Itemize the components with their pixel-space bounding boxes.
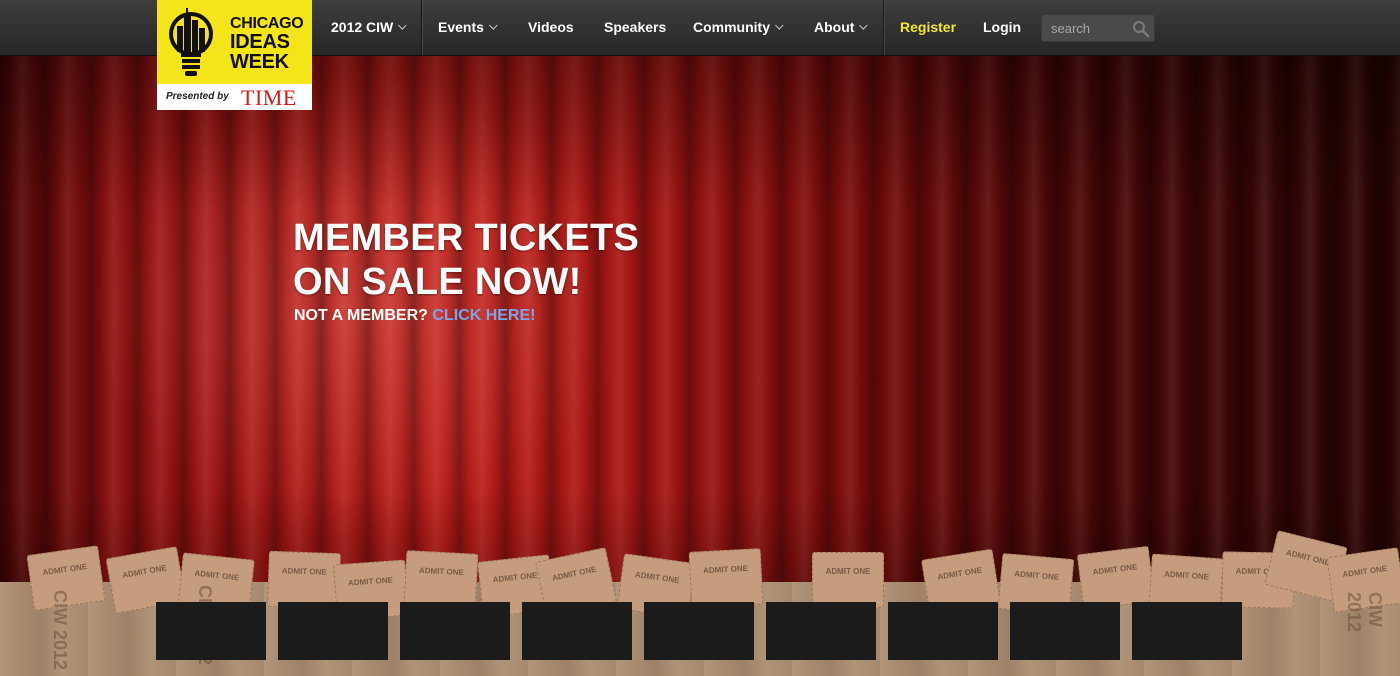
search-box: [1041, 14, 1155, 42]
chevron-down-icon: [859, 21, 868, 30]
nav-videos[interactable]: Videos: [528, 0, 574, 55]
register-link[interactable]: Register: [900, 0, 956, 55]
band-text: CIW 2012: [50, 590, 70, 671]
hero-headline-line2: ON SALE NOW!: [293, 261, 582, 303]
chevron-down-icon: [488, 21, 498, 30]
nav-events-label: Events: [438, 19, 484, 35]
ticket-label: ADMIT ONE: [41, 562, 88, 578]
nav-divider: [883, 0, 884, 55]
ticket-label: ADMIT ONE: [825, 567, 871, 576]
video-thumbnail[interactable]: [644, 602, 754, 660]
search-input[interactable]: [1042, 15, 1135, 41]
ticket-label: ADMIT ONE: [1013, 569, 1060, 582]
ticket-label: ADMIT ONE: [551, 564, 598, 583]
video-thumbnail[interactable]: [522, 602, 632, 660]
ticket-label: ADMIT ONE: [281, 566, 327, 577]
logo-sponsor-strip: Presented by TIME: [157, 84, 312, 110]
nav-speakers[interactable]: Speakers: [604, 0, 666, 55]
nav-2012-ciw[interactable]: 2012 CIW: [331, 0, 407, 55]
ticket-label: ADMIT ONE: [418, 565, 465, 578]
logo-word-week: WEEK: [230, 51, 289, 73]
ticket-label: ADMIT ONE: [1092, 562, 1138, 577]
hero-subline: NOT A MEMBER? CLICK HERE!: [294, 307, 535, 325]
ticket-label: ADMIT ONE: [121, 563, 168, 580]
ticket: ADMIT ONE: [1076, 545, 1156, 611]
ticket: ADMIT ONE: [688, 548, 764, 608]
hero-headline: MEMBER TICKETS ON SALE NOW!: [293, 216, 639, 304]
ticket: ADMIT ONE: [812, 552, 884, 608]
video-thumbnail[interactable]: [888, 602, 998, 660]
ticket-label: ADMIT ONE: [634, 570, 681, 586]
video-thumbnail[interactable]: [400, 602, 510, 660]
ticket-label: ADMIT ONE: [1285, 547, 1331, 568]
click-here-link[interactable]: CLICK HERE!: [432, 307, 535, 324]
nav-community-label: Community: [693, 19, 770, 35]
nav-about[interactable]: About: [814, 0, 868, 55]
ticket-label: ADMIT ONE: [1341, 564, 1388, 580]
hero-headline-line1: MEMBER TICKETS: [293, 217, 640, 259]
nav-about-label: About: [814, 19, 855, 35]
video-thumbnail[interactable]: [1010, 602, 1120, 660]
chicago-ideas-week-logo[interactable]: CHICAGO IDEAS WEEK Presented by TIME: [157, 0, 312, 110]
ticket-label: ADMIT ONE: [492, 570, 538, 585]
video-thumbnail[interactable]: [1132, 602, 1242, 660]
nav-events[interactable]: Events: [438, 0, 498, 55]
video-thumbnail[interactable]: [278, 602, 388, 660]
not-a-member-label: NOT A MEMBER?: [294, 307, 428, 324]
ticket-label: ADMIT ONE: [347, 575, 394, 588]
ticket-label: ADMIT ONE: [194, 568, 240, 583]
nav-videos-label: Videos: [528, 19, 574, 35]
logo-word-ideas: IDEAS: [230, 31, 290, 53]
video-thumbnail[interactable]: [156, 602, 266, 660]
nav-community[interactable]: Community: [693, 0, 784, 55]
ticket-label: ADMIT ONE: [702, 563, 749, 576]
lightbulb-skyline-icon: [169, 8, 213, 76]
nav-speakers-label: Speakers: [604, 19, 667, 35]
nav-divider: [421, 0, 422, 55]
video-thumbnail[interactable]: [766, 602, 876, 660]
time-logo: TIME: [241, 85, 297, 110]
chevron-down-icon: [775, 21, 784, 30]
chevron-down-icon: [398, 21, 407, 30]
nav-2012-ciw-label: 2012 CIW: [331, 19, 394, 35]
ticket-label: ADMIT ONE: [1163, 569, 1210, 582]
ticket: ADMIT ONE: [267, 550, 341, 610]
ticket: ADMIT ONE: [403, 550, 479, 610]
login-link[interactable]: Login: [983, 0, 1021, 55]
ticket-label: ADMIT ONE: [936, 565, 983, 582]
presented-by-label: Presented by: [166, 91, 229, 102]
band-text: CIW 2012: [1344, 592, 1385, 633]
search-icon[interactable]: [1132, 20, 1150, 38]
